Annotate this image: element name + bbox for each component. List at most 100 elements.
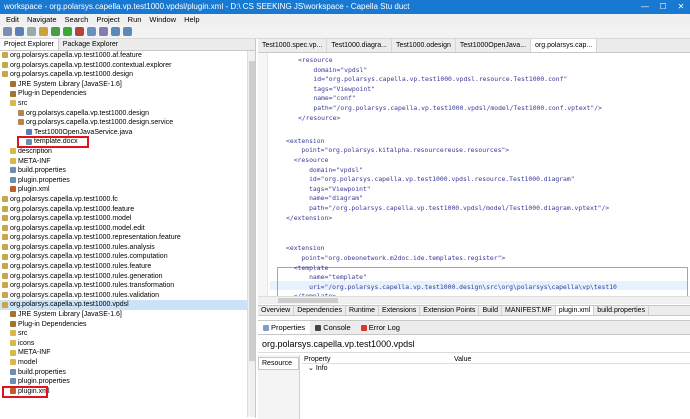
tree-item[interactable]: org.polarsys.capella.vp.test1000.vpdsl bbox=[0, 300, 255, 311]
tree-item-label: src bbox=[18, 99, 28, 107]
folder-icon bbox=[10, 359, 16, 366]
tree-item[interactable]: Plug-in Dependencies bbox=[0, 89, 255, 99]
tree-item[interactable]: src bbox=[0, 329, 255, 339]
properties-table: Property Value ⌄ Info bbox=[302, 355, 690, 373]
tree-item[interactable]: org.polarsys.capella.vp.test1000.model.e… bbox=[0, 224, 255, 234]
tree-item[interactable]: org.polarsys.capella.vp.test1000.design bbox=[0, 70, 255, 80]
minimize-button[interactable]: — bbox=[636, 0, 654, 14]
tab-extension-points[interactable]: Extension Points bbox=[420, 306, 480, 315]
tab-build-properties[interactable]: build.properties bbox=[594, 306, 650, 315]
tab-error-log[interactable]: Error Log bbox=[356, 321, 405, 334]
tab-build[interactable]: Build bbox=[479, 306, 503, 315]
print-icon[interactable] bbox=[27, 27, 36, 36]
tree-item[interactable]: plugin.xml bbox=[0, 185, 255, 195]
project-tree[interactable]: org.polarsys.capella.vp.test1000.af.feat… bbox=[0, 51, 255, 417]
open-icon[interactable] bbox=[39, 27, 48, 36]
code-line: point="org.obeonetwork.m2doc.ide.templat… bbox=[286, 254, 506, 262]
tree-item[interactable]: build.properties bbox=[0, 368, 255, 378]
tree-item[interactable]: org.polarsys.capella.vp.test1000.context… bbox=[0, 61, 255, 71]
close-button[interactable]: ✕ bbox=[672, 0, 690, 14]
save-icon[interactable] bbox=[15, 27, 24, 36]
menu-search[interactable]: Search bbox=[61, 14, 93, 25]
menu-edit[interactable]: Edit bbox=[2, 14, 23, 25]
tree-item-label: build.properties bbox=[18, 167, 66, 175]
tree-item[interactable]: Plug-in Dependencies bbox=[0, 320, 255, 330]
menu-run[interactable]: Run bbox=[124, 14, 146, 25]
tree-item[interactable]: plugin.properties bbox=[0, 176, 255, 186]
section-resource[interactable]: Resource bbox=[258, 357, 299, 370]
tree-item[interactable]: JRE System Library [JavaSE-1.6] bbox=[0, 80, 255, 90]
maximize-button[interactable]: ☐ bbox=[654, 0, 672, 14]
tree-item[interactable]: META-INF bbox=[0, 348, 255, 358]
navigate-back-icon[interactable] bbox=[111, 27, 120, 36]
explorer-vertical-scrollbar[interactable] bbox=[247, 51, 255, 417]
code-line: </extension> bbox=[286, 213, 333, 222]
tab-console[interactable]: Console bbox=[310, 321, 356, 334]
tab-properties[interactable]: Properties bbox=[258, 321, 311, 334]
tree-item[interactable]: org.polarsys.capella.vp.test1000.af.feat… bbox=[0, 51, 255, 61]
project-icon bbox=[2, 215, 8, 222]
tree-item[interactable]: org.polarsys.capella.vp.test1000.design bbox=[0, 109, 255, 119]
tree-item[interactable]: org.polarsys.capella.vp.test1000.rules.g… bbox=[0, 272, 255, 282]
tab-plugin-xml[interactable]: plugin.xml bbox=[555, 306, 595, 315]
editor-tab-plugin[interactable]: org.polarsys.cap... bbox=[531, 39, 598, 52]
tree-item[interactable]: org.polarsys.capella.vp.test1000.fc bbox=[0, 195, 255, 205]
tree-item[interactable]: model bbox=[0, 358, 255, 368]
tree-item[interactable]: org.polarsys.capella.vp.test1000.rules.t… bbox=[0, 281, 255, 291]
editor-tab-odesign[interactable]: Test1000.odesign bbox=[392, 39, 456, 52]
editor-tab-diagram[interactable]: Test1000.diagra... bbox=[327, 39, 392, 52]
tree-item[interactable]: src bbox=[0, 99, 255, 109]
tree-item-label: icons bbox=[18, 339, 35, 347]
properties-section-list: Resource bbox=[258, 355, 300, 419]
tab-dependencies[interactable]: Dependencies bbox=[294, 306, 346, 315]
tree-item[interactable]: icons bbox=[0, 339, 255, 349]
capella-icon[interactable] bbox=[99, 27, 108, 36]
tab-overview[interactable]: Overview bbox=[258, 306, 295, 315]
tree-item[interactable]: org.polarsys.capella.vp.test1000.rules.a… bbox=[0, 243, 255, 253]
tab-package-explorer[interactable]: Package Explorer bbox=[59, 39, 122, 50]
tree-item[interactable]: org.polarsys.capella.vp.test1000.rules.v… bbox=[0, 291, 255, 301]
menu-help[interactable]: Help bbox=[180, 14, 203, 25]
menu-project[interactable]: Project bbox=[92, 14, 123, 25]
tree-item[interactable]: description bbox=[0, 147, 255, 157]
editor-tab-spec[interactable]: Test1000.spec.vp... bbox=[258, 39, 328, 52]
tab-project-explorer[interactable]: Project Explorer bbox=[0, 39, 59, 50]
search-icon[interactable] bbox=[87, 27, 96, 36]
external-tools-icon[interactable] bbox=[75, 27, 84, 36]
xml-source-view[interactable]: <resource domain="vpdsl" id="org.polarsy… bbox=[258, 53, 690, 296]
tree-item[interactable]: org.polarsys.capella.vp.test1000.rules.f… bbox=[0, 262, 255, 272]
menu-navigate[interactable]: Navigate bbox=[23, 14, 61, 25]
project-icon bbox=[2, 52, 8, 59]
tree-item[interactable]: build.properties bbox=[0, 166, 255, 176]
editor-tab-openjava[interactable]: Test1000OpenJava... bbox=[456, 39, 532, 52]
new-icon[interactable] bbox=[3, 27, 12, 36]
project-icon bbox=[2, 282, 8, 289]
tree-item[interactable]: META-INF bbox=[0, 157, 255, 167]
scrollbar-thumb[interactable] bbox=[278, 298, 338, 303]
tree-item-label: org.polarsys.capella.vp.test1000.vpdsl bbox=[10, 301, 129, 309]
tree-item[interactable]: org.polarsys.capella.vp.test1000.feature bbox=[0, 205, 255, 215]
plugin-editor-page-tabs: Overview Dependencies Runtime Extensions… bbox=[258, 305, 690, 316]
editor-horizontal-scrollbar[interactable] bbox=[258, 296, 690, 304]
tree-item[interactable]: org.polarsys.capella.vp.test1000.rules.c… bbox=[0, 252, 255, 262]
tab-manifest[interactable]: MANIFEST.MF bbox=[502, 306, 556, 315]
xml-icon bbox=[10, 186, 16, 193]
tree-item[interactable]: JRE System Library [JavaSE-1.6] bbox=[0, 310, 255, 320]
tab-runtime[interactable]: Runtime bbox=[346, 306, 380, 315]
column-value[interactable]: Value bbox=[452, 355, 602, 363]
tree-item-label: org.polarsys.capella.vp.test1000.rules.v… bbox=[10, 291, 160, 299]
run-icon[interactable] bbox=[63, 27, 72, 36]
table-row[interactable]: ⌄ Info bbox=[302, 364, 690, 373]
tree-item[interactable]: org.polarsys.capella.vp.test1000.represe… bbox=[0, 233, 255, 243]
tree-item-label: org.polarsys.capella.vp.test1000.fc bbox=[10, 195, 118, 203]
expand-chevron-icon[interactable]: ⌄ bbox=[308, 365, 316, 372]
tree-item[interactable]: org.polarsys.capella.vp.test1000.model bbox=[0, 214, 255, 224]
tab-extensions[interactable]: Extensions bbox=[379, 306, 421, 315]
scrollbar-thumb[interactable] bbox=[249, 61, 255, 361]
debug-icon[interactable] bbox=[51, 27, 60, 36]
tree-item-label: org.polarsys.capella.vp.test1000.rules.f… bbox=[10, 263, 152, 271]
tree-item[interactable]: org.polarsys.capella.vp.test1000.design.… bbox=[0, 118, 255, 128]
menu-window[interactable]: Window bbox=[145, 14, 180, 25]
column-property[interactable]: Property bbox=[302, 355, 452, 363]
navigate-forward-icon[interactable] bbox=[123, 27, 132, 36]
